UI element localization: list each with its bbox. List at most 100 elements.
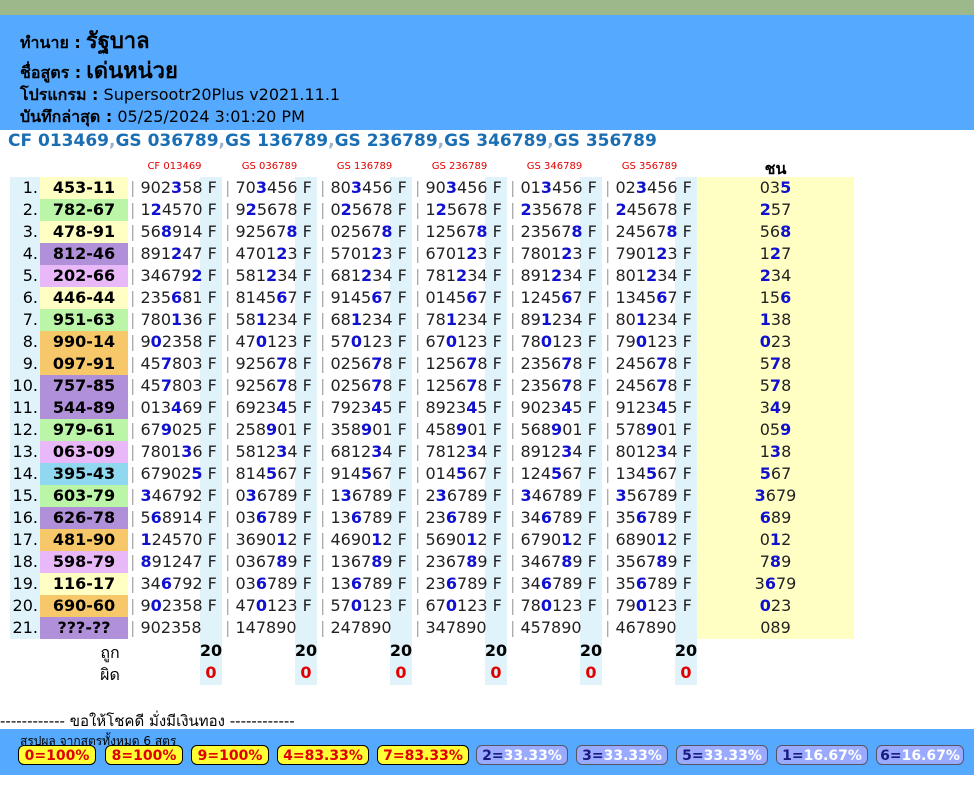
table-row: 4. 812-46 | 891247 F | 470123 F | 570123 F | … [0,243,974,265]
formula-cell: | 245678 F [605,222,692,241]
formula-cell: | 014567 F [415,288,502,307]
cell-divider: | [130,420,141,439]
formula-cell: | 036789 F [225,552,312,571]
formula-cell: | 136789 F [320,486,407,505]
cell-value: 780136 F [140,442,217,461]
cell-value: 247890 [330,618,392,637]
cell-divider: | [605,332,616,351]
cell-divider: | [225,376,236,395]
result-cell: 782-67 [40,199,128,221]
formula-cell: | 781234 F [415,310,502,329]
cell-value: 781234 F [425,442,502,461]
badge-key: 5= [682,748,704,764]
table-row: 10. 757-85 | 457803 F | 925678 F | 025678 F |… [0,375,974,397]
cell-value: 570123 F [330,332,407,351]
cell-divider: | [605,486,616,505]
cell-value: 125678 F [425,222,502,241]
cell-divider: | [605,354,616,373]
badge-percent: 33.33% [603,748,662,764]
formula-cell: | 457803 F [130,376,217,395]
formula-cell: | 681234 F [320,442,407,461]
cell-divider: | [510,222,521,241]
cell-divider: | [605,530,616,549]
badge-key: 1= [782,748,804,764]
cell-divider: | [510,376,521,395]
cell-divider: | [415,442,426,461]
cell-value: 125678 F [425,376,502,395]
badge-percent: 33.33% [703,748,762,764]
cell-divider: | [225,618,236,637]
result-cell: ???-?? [40,617,128,639]
cell-divider: | [130,310,141,329]
cell-divider: | [605,596,616,615]
cell-value: 236789 F [425,486,502,505]
cell-value: 914567 F [330,464,407,483]
chon-cell: 578 [759,376,792,395]
summary-badge: 1=16.67% [776,745,868,765]
cell-value: 245678 F [615,200,692,219]
formula-name-value: เด่นหน่วย [86,59,178,84]
formula-cell: | 568901 F [510,420,597,439]
formula-cell: | 467890 [605,618,677,637]
table-row: 11. 544-89 | 013469 F | 692345 F | 792345 F |… [0,397,974,419]
formula-cell: | 236789 F [415,508,502,527]
formula-cell: | 245678 F [605,354,692,373]
cell-divider: | [225,530,236,549]
cell-divider: | [320,200,331,219]
predict-label: ทำนาย : [20,33,81,52]
formula-cell: | 670123 F [415,332,502,351]
badge-percent: 83.33% [304,748,363,764]
formula-list: CF 013469,GS 036789,GS 136789,GS 236789,… [8,131,657,151]
formula-cell: | 346792 F [130,486,217,505]
formula-cell: | 814567 F [225,288,312,307]
row-number: 7. [22,310,38,329]
cell-value: 245678 F [615,354,692,373]
cell-value: 902358 F [140,178,217,197]
formula-cell: | 790123 F [605,244,692,263]
cell-value: 125678 F [425,200,502,219]
formula-cell: | 792345 F [320,398,407,417]
cell-value: 581234 F [235,442,312,461]
cell-divider: | [605,376,616,395]
formula-cell: | 670123 F [415,596,502,615]
table-row: 8. 990-14 | 902358 F | 470123 F | 570123 F | … [0,331,974,353]
table-row: 6. 446-44 | 235681 F | 814567 F | 914567 F | … [0,287,974,309]
row-number: 21. [12,618,38,637]
formula-cell: | 245678 F [605,376,692,395]
wrong-label: ผิด [100,665,120,684]
formula-cell: | 023456 F [605,178,692,197]
cell-divider: | [130,552,141,571]
column-header: GS 346789 [526,161,583,172]
cell-divider: | [130,508,141,527]
formula-cell: | 679025 F [130,464,217,483]
cell-divider: | [605,398,616,417]
cell-divider: | [510,574,521,593]
formula-cell: | 235678 F [510,354,597,373]
cell-value: 346789 F [520,486,597,505]
formula-cell: | 780136 F [130,310,217,329]
cell-value: 134567 F [615,288,692,307]
last-saved-value: 05/25/2024 3:01:20 PM [117,107,305,126]
wrong-count: 0 [680,663,692,682]
cell-value: 356789 F [615,486,692,505]
result-cell: 097-91 [40,353,128,375]
formula-cell: | 125678 F [415,354,502,373]
formula-cell: | 470123 F [225,244,312,263]
formula-cell: | 014567 F [415,464,502,483]
cell-value: 025678 F [330,376,407,395]
formula-cell: | 124567 F [510,288,597,307]
cell-value: 136789 F [330,552,407,571]
formula-cell: | 891247 F [130,244,217,263]
cell-value: 891234 F [520,310,597,329]
result-cell: 481-90 [40,529,128,551]
cell-value: 891247 F [140,244,217,263]
cell-divider: | [130,530,141,549]
formula-cell: | 780123 F [510,596,597,615]
cell-divider: | [415,244,426,263]
formula-cell: | 914567 F [320,464,407,483]
cell-divider: | [225,486,236,505]
formula-cell: | 258901 F [225,420,312,439]
row-number: 1. [22,178,38,197]
cell-value: 780136 F [140,310,217,329]
badge-percent: 33.33% [503,748,562,764]
